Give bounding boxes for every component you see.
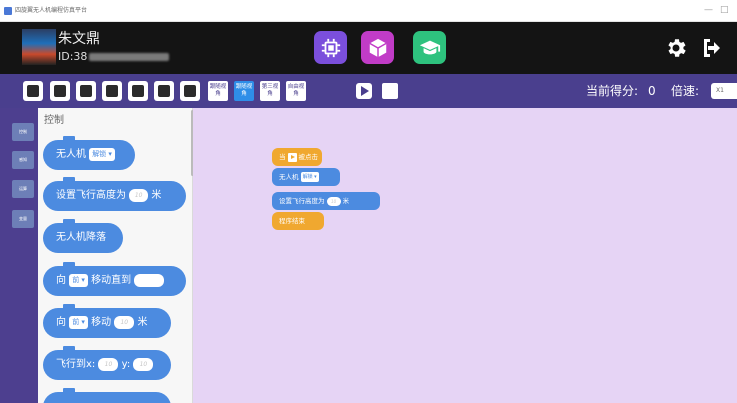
drone-mode-block[interactable]: 无人机 解锁 ▾ [272,168,340,186]
view-follow-button[interactable]: 跟随视角 [208,81,228,101]
height-input[interactable]: 10 [129,188,149,202]
window-title: 四旋翼无人机编程仿真平台 [15,7,88,14]
open-folder-button[interactable] [23,81,43,101]
app-header: 朱文鼎 ID:38 [0,22,737,74]
block-text: 向 [56,317,66,328]
direction-dropdown[interactable]: 前 ▾ [69,315,88,329]
palette-block-partial[interactable] [43,388,171,403]
block-text: 移动直到 [91,275,132,286]
cube-mode-button[interactable] [361,31,394,64]
title-bar: 四旋翼无人机编程仿真平台 — □ [0,0,737,22]
speed-select[interactable]: X1 [711,83,737,99]
drone-mode-dropdown[interactable]: 解锁 ▾ [300,172,319,182]
palette-block-drone-mode[interactable]: 无人机 解锁 ▾ [43,136,135,170]
block-text: 设置飞行高度为 [56,190,126,201]
toolbar: 跟随视角 跟随视角 第三视角 自由视角 当前得分: 0 倍速: X1 [0,74,737,108]
save-button[interactable] [76,81,96,101]
app-icon [4,7,12,15]
copy-icon [132,85,144,97]
minimize-button[interactable]: — [704,5,713,15]
run-button[interactable] [356,83,372,99]
drone-mode-dropdown[interactable]: 解锁 ▾ [89,147,115,161]
save-as-icon [106,85,118,97]
block-text: 无人机 [279,173,299,181]
score-label: 当前得分: [586,84,639,98]
chip-icon [321,38,340,57]
user-name: 朱文鼎 [58,31,100,47]
unit-text: 米 [342,197,350,205]
block-text: 程序结束 [279,217,305,225]
unit-text: 米 [137,317,148,328]
maximize-button[interactable]: □ [720,5,729,15]
open-folder-icon [27,85,39,97]
x-input[interactable]: 10 [98,357,119,371]
direction-value: 前 [72,317,80,326]
category-sensing[interactable]: 感知 [12,151,34,169]
app-window: 四旋翼无人机编程仿真平台 — □ 朱文鼎 ID:38 跟随视角 跟随视角 第三视… [0,0,737,403]
new-file-button[interactable] [50,81,70,101]
block-text: 无人机 [56,149,86,160]
paste-icon [158,85,170,97]
copy-button[interactable] [128,81,148,101]
category-operators[interactable]: 运算 [12,180,34,198]
delete-button[interactable] [180,81,200,101]
sign-out-icon[interactable] [700,36,724,60]
gear-icon[interactable] [664,36,688,60]
direction-value: 前 [72,275,80,284]
block-text: 向 [56,275,66,286]
stop-button[interactable] [382,83,398,99]
user-id-text: ID:38 [58,50,88,63]
block-palette: 控制 无人机 解锁 ▾ 设置飞行高度为 10 米 无人机降落 向 前 ▾ 移动直… [38,108,193,403]
learn-mode-button[interactable] [413,31,446,64]
graduation-cap-icon [419,40,440,54]
block-text: y: [121,359,131,370]
height-input[interactable]: 10 [326,196,341,206]
y-input[interactable]: 10 [133,357,154,371]
palette-block-set-height[interactable]: 设置飞行高度为 10 米 [43,177,186,211]
save-as-button[interactable] [102,81,122,101]
palette-block-move-until[interactable]: 向 前 ▾ 移动直到 [43,262,186,296]
block-text: 飞行到x: [56,359,96,370]
palette-heading: 控制 [44,115,64,126]
save-icon [80,85,92,97]
score-value: 0 [648,84,656,98]
start-block[interactable]: 当 被点击 [272,148,322,166]
view-third-person-button[interactable]: 第三视角 [260,81,280,101]
view-free-button[interactable]: 自由视角 [286,81,306,101]
speed-label: 倍速: [671,84,700,98]
user-id: ID:38 [58,50,170,63]
drone-mode-value: 解锁 [92,149,107,158]
set-height-block[interactable]: 设置飞行高度为 10 米 [272,192,380,210]
unit-text: 米 [151,190,162,201]
palette-block-move[interactable]: 向 前 ▾ 移动 10 米 [43,304,171,338]
chip-mode-button[interactable] [314,31,347,64]
run-flag-icon [287,152,297,162]
block-text: 被点击 [298,153,319,161]
cube-icon [368,38,387,57]
category-control[interactable]: 控制 [12,123,34,141]
direction-dropdown[interactable]: 前 ▾ [69,273,88,287]
end-block[interactable]: 程序结束 [272,212,324,230]
view-follow-active-button[interactable]: 跟随视角 [234,81,254,101]
block-text: 无人机降落 [56,232,106,243]
redacted-id [89,53,170,61]
palette-block-land[interactable]: 无人机降落 [43,219,123,253]
distance-input[interactable]: 10 [114,315,135,329]
trash-icon [184,85,196,97]
block-text: 移动 [91,317,112,328]
category-rail: 控制 感知 运算 变量 [0,108,38,403]
category-variables[interactable]: 变量 [12,210,34,228]
block-text: 设置飞行高度为 [279,197,325,205]
new-file-icon [54,85,66,97]
drone-mode-value: 解锁 [302,174,313,180]
block-text: 当 [279,153,286,161]
avatar[interactable] [22,29,56,65]
code-workspace[interactable]: 当 被点击 无人机 解锁 ▾ 设置飞行高度为 10 米 程序结束 [193,108,737,403]
palette-block-fly-to[interactable]: 飞行到x: 10 y: 10 [43,346,171,380]
paste-button[interactable] [154,81,174,101]
condition-slot[interactable] [134,273,165,287]
